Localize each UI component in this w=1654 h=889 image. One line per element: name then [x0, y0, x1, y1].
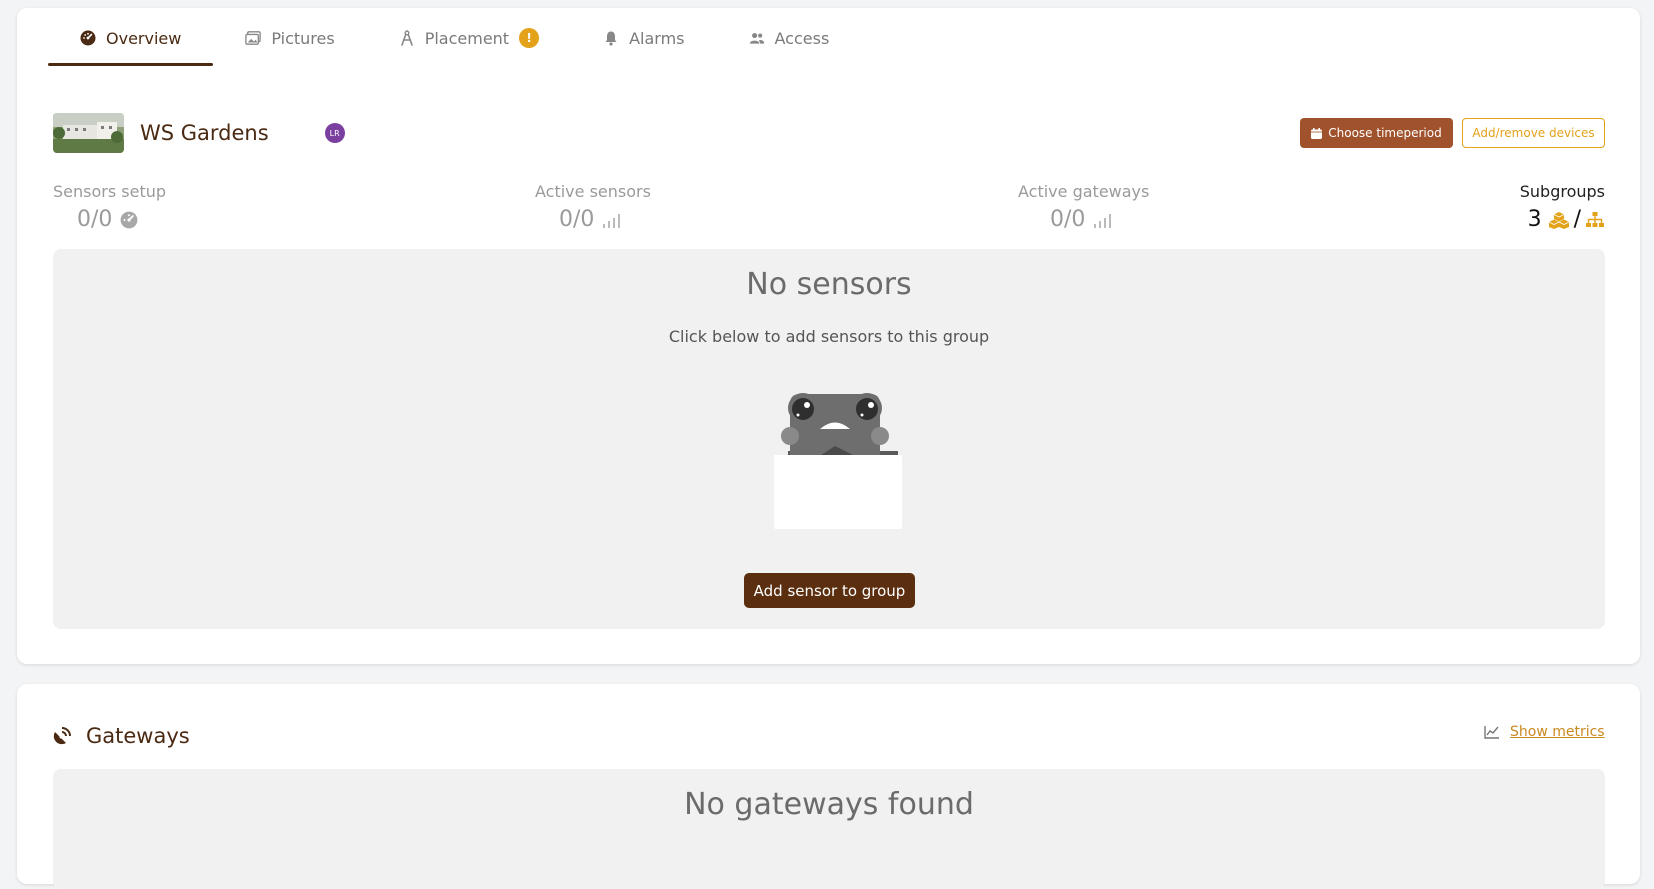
owner-avatar[interactable]: LR [324, 123, 345, 143]
tab-label: Placement [424, 28, 510, 48]
stat-active-sensors: Active sensors 0/0 [535, 182, 651, 232]
line-chart-icon [1484, 726, 1499, 739]
dashboard-icon [80, 30, 96, 46]
no-gateways-panel: No gateways found [53, 769, 1605, 889]
no-sensors-panel: No sensors Click below to add sensors to… [53, 249, 1605, 629]
button-label: Choose timeperiod [1328, 126, 1442, 140]
satellite-dish-icon [53, 727, 71, 745]
signal-icon [603, 213, 621, 228]
show-metrics-label: Show metrics [1510, 724, 1605, 740]
users-icon [749, 30, 765, 46]
panel-subtitle: Click below to add sensors to this group [668, 327, 990, 346]
stat-subgroups: Subgroups 3 / [1500, 182, 1605, 232]
gateways-title: Gateways [86, 724, 190, 748]
stat-value: 0/0 [53, 207, 166, 232]
images-icon [245, 30, 262, 46]
panel-title: No gateways found [684, 787, 974, 822]
group-name: WS Gardens [140, 121, 269, 145]
active-sensors-value: 0/0 [559, 207, 595, 232]
tab-bar: Overview Pictures Placement ! Alarms Acc… [48, 10, 861, 66]
stat-label: Subgroups [1519, 182, 1605, 201]
tab-placement[interactable]: Placement ! [367, 10, 571, 66]
signal-icon [1094, 213, 1112, 228]
tab-overview[interactable]: Overview [48, 10, 214, 66]
tab-label: Access [774, 28, 830, 48]
compass-icon [399, 30, 415, 46]
frog-illustration [774, 393, 902, 529]
stat-value: 0/0 [1018, 207, 1149, 232]
add-sensor-to-group-button[interactable]: Add sensor to group [744, 573, 915, 608]
stat-value: 3 / [1500, 207, 1605, 232]
subgroups-count: 3 [1527, 207, 1542, 232]
tab-label: Alarms [629, 28, 685, 48]
stat-sensors-setup: Sensors setup 0/0 [53, 182, 166, 232]
stat-value: 0/0 [535, 207, 651, 232]
tab-access[interactable]: Access [717, 10, 862, 66]
tab-label: Overview [106, 28, 182, 48]
group-header: WS Gardens LR [53, 113, 345, 153]
stat-label: Active gateways [1018, 182, 1150, 201]
stat-label: Sensors setup [53, 182, 167, 201]
show-metrics-link[interactable]: Show metrics [1484, 724, 1605, 740]
warning-badge: ! [519, 28, 540, 48]
choose-timeperiod-button[interactable]: Choose timeperiod [1300, 118, 1453, 148]
subgroups-separator: / [1573, 207, 1581, 232]
calendar-icon [1311, 127, 1323, 139]
sensors-setup-value: 0/0 [77, 207, 113, 232]
dashboard-icon [120, 211, 138, 228]
tab-alarms[interactable]: Alarms [571, 10, 716, 66]
sitemap-icon[interactable] [1585, 211, 1605, 229]
stat-label: Active sensors [535, 182, 651, 201]
gateways-header: Gateways [52, 724, 190, 748]
bell-icon [603, 30, 619, 46]
tab-pictures[interactable]: Pictures [213, 10, 366, 66]
panel-title: No sensors [746, 267, 912, 302]
tab-label: Pictures [271, 28, 335, 48]
stat-active-gateways: Active gateways 0/0 [1018, 182, 1149, 232]
add-remove-devices-button[interactable]: Add/remove devices [1462, 118, 1605, 148]
group-thumbnail[interactable] [53, 113, 124, 153]
active-gateways-value: 0/0 [1050, 207, 1086, 232]
cubes-icon[interactable] [1548, 211, 1570, 229]
